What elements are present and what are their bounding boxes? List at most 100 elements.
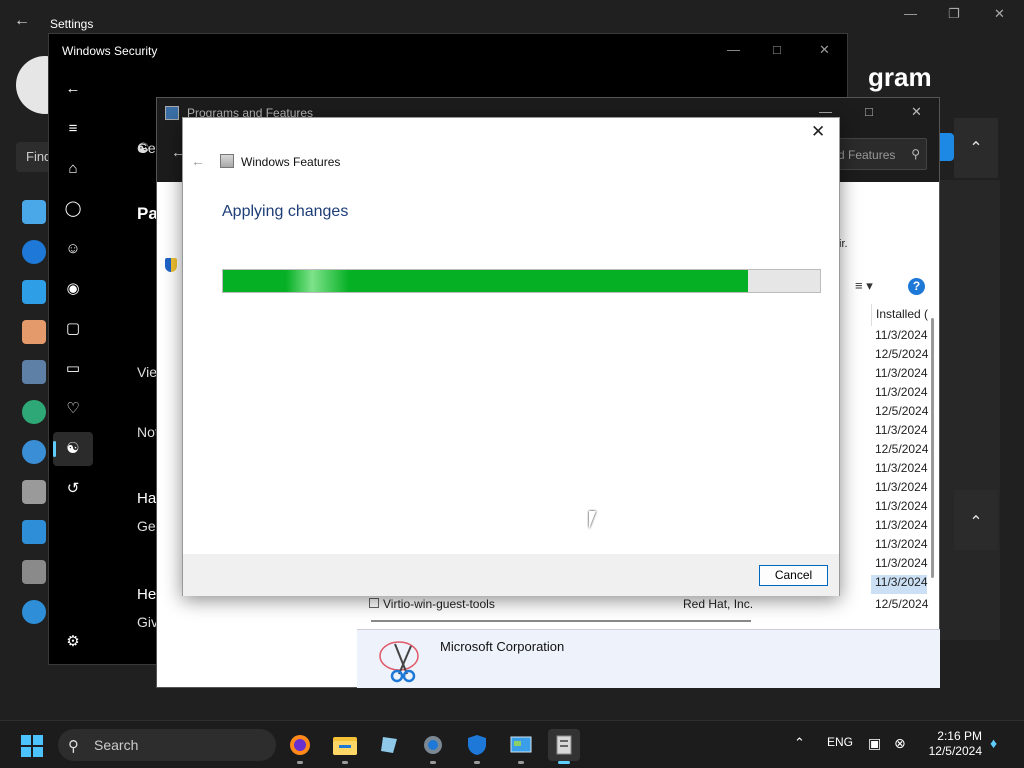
table-cell-date[interactable]: 11/3/2024 — [875, 537, 928, 556]
taskbar-search[interactable]: ⚲ Search — [58, 729, 276, 761]
chevron-up-icon[interactable]: ⌃ — [794, 735, 805, 751]
privacy-icon[interactable] — [22, 560, 46, 584]
device-security-icon[interactable]: ▭ — [60, 356, 86, 382]
windows-update-icon[interactable] — [22, 600, 46, 624]
table-cell-date[interactable]: 11/3/2024 — [875, 556, 928, 575]
maximize-icon[interactable]: □ — [773, 42, 781, 57]
details-publisher: Microsoft Corporation — [440, 639, 565, 654]
table-cell-date[interactable]: 11/3/2024 — [875, 499, 928, 518]
minimize-icon[interactable]: — — [904, 6, 917, 21]
network-icon[interactable] — [22, 280, 46, 304]
close-icon[interactable]: ✕ — [811, 122, 825, 142]
restore-icon[interactable]: ❐ — [948, 6, 960, 22]
windows-features-taskbar-icon[interactable] — [548, 729, 580, 764]
windows-start-icon[interactable] — [21, 735, 43, 757]
close-icon[interactable]: ✕ — [994, 6, 1005, 22]
firefox-icon[interactable] — [284, 729, 316, 764]
file-explorer-icon[interactable] — [329, 729, 361, 764]
security-link[interactable]: Ge — [137, 518, 156, 534]
program-name: Virtio-win-guest-tools — [383, 597, 495, 611]
table-cell-date[interactable]: 12/5/2024 — [875, 404, 928, 423]
back-arrow-icon: ← — [191, 153, 205, 169]
personalization-icon[interactable] — [22, 320, 46, 344]
maximize-icon[interactable]: □ — [865, 104, 873, 119]
vertical-scrollbar[interactable] — [931, 318, 934, 578]
cancel-button[interactable]: Cancel — [759, 565, 828, 586]
snipping-tool-icon — [379, 641, 419, 683]
details-pane: Microsoft Corporation — [357, 629, 940, 688]
help-icon[interactable]: ? — [908, 278, 925, 295]
status-heading: Applying changes — [222, 203, 349, 220]
table-cell-date[interactable]: 11/3/2024 — [875, 461, 928, 480]
accounts-icon[interactable] — [22, 400, 46, 424]
virus-protection-shield-icon[interactable]: ◯ — [60, 196, 86, 222]
table-cell-date[interactable]: 11/3/2024 — [875, 518, 928, 537]
table-cell-date-selected[interactable]: 11/3/2024 — [871, 575, 928, 594]
security-content-line: Ge — [137, 140, 156, 156]
accessibility-icon[interactable] — [22, 520, 46, 544]
chevron-up-icon[interactable]: ⌃ — [954, 118, 998, 178]
close-icon[interactable]: ✕ — [819, 42, 830, 58]
table-cell-date[interactable]: 11/3/2024 — [875, 366, 928, 385]
page-title: gram — [868, 62, 932, 92]
table-cell-date[interactable]: 11/3/2024 — [875, 423, 928, 442]
security-section-heading: Pa — [137, 204, 158, 223]
security-link[interactable]: Giv — [137, 614, 158, 630]
program-icon — [369, 598, 379, 608]
view-options-icon[interactable]: ≡ ▾ — [855, 278, 873, 294]
gaming-icon[interactable] — [22, 480, 46, 504]
pnf-search-placeholder: d Features — [838, 148, 896, 162]
security-link[interactable]: Vie — [137, 364, 157, 380]
apps-icon[interactable] — [22, 360, 46, 384]
notification-bell-icon[interactable]: ♦ — [990, 735, 997, 751]
history-icon[interactable]: ↺ — [60, 476, 86, 502]
windows-security-title: Windows Security — [62, 44, 158, 58]
windows-security-shield-icon[interactable] — [461, 729, 493, 764]
table-cell-date[interactable]: 12/5/2024 — [875, 442, 928, 461]
column-header-installed-on[interactable]: Installed ( — [871, 304, 937, 326]
table-cell-date[interactable]: 11/3/2024 — [875, 480, 928, 499]
security-sidebar: ← ≡ ⌂ ◯ ☺ ◉ ▢ ▭ ♡ ☯ ↺ ⚙ — [49, 74, 97, 666]
time-language-icon[interactable] — [22, 440, 46, 464]
settings-gear-icon[interactable] — [417, 729, 449, 764]
mouse-cursor-icon — [589, 511, 596, 529]
control-panel-icon[interactable] — [505, 729, 537, 764]
progress-bar — [222, 269, 821, 293]
table-cell-date[interactable]: 12/5/2024 — [875, 347, 928, 366]
notepad-icon[interactable] — [373, 729, 405, 761]
app-browser-control-icon[interactable]: ▢ — [60, 316, 86, 342]
taskbar-clock[interactable]: 2:16 PM 12/5/2024 — [924, 729, 982, 759]
account-protection-icon[interactable]: ☺ — [60, 236, 86, 262]
settings-gear-icon[interactable]: ⚙ — [60, 629, 86, 655]
table-cell-date[interactable]: 11/3/2024 — [875, 385, 928, 404]
firewall-network-icon[interactable]: ◉ — [60, 276, 86, 302]
device-health-icon[interactable]: ♡ — [60, 396, 86, 422]
dialog-footer: Cancel — [183, 554, 839, 596]
system-icon[interactable] — [22, 200, 46, 224]
program-installed-date: 12/5/2024 — [875, 597, 929, 611]
network-icon[interactable]: ▣ — [868, 735, 881, 752]
table-cell-date[interactable]: 11/3/2024 — [875, 328, 928, 347]
taskbar-search-label: Search — [94, 737, 139, 753]
volume-muted-icon[interactable]: ⊗ — [894, 735, 906, 752]
back-arrow-icon[interactable]: ← — [14, 12, 30, 30]
windows-features-dialog: ✕ ← Windows Features Applying changes Ca… — [182, 117, 840, 596]
progress-fill — [223, 270, 749, 292]
language-indicator[interactable]: ENG — [827, 735, 853, 749]
table-row[interactable]: Virtio-win-guest-tools Red Hat, Inc. 12/… — [369, 595, 939, 614]
control-panel-icon — [165, 106, 179, 120]
close-icon[interactable]: ✕ — [911, 104, 922, 120]
security-heading: He — [137, 586, 157, 603]
uac-shield-icon — [165, 258, 177, 272]
family-options-icon[interactable]: ☯ — [53, 432, 93, 466]
settings-title: Settings — [50, 17, 94, 31]
home-icon[interactable]: ⌂ — [60, 156, 86, 182]
horizontal-scrollbar[interactable] — [371, 620, 751, 622]
search-icon[interactable]: ⚲ — [911, 147, 920, 161]
chevron-up-icon[interactable]: ⌃ — [954, 490, 998, 550]
back-arrow-icon[interactable]: ← — [60, 76, 86, 102]
menu-icon[interactable]: ≡ — [60, 116, 86, 142]
minimize-icon[interactable]: — — [727, 42, 740, 57]
bluetooth-icon[interactable] — [22, 240, 46, 264]
pnf-description-text: ir. — [839, 238, 848, 250]
